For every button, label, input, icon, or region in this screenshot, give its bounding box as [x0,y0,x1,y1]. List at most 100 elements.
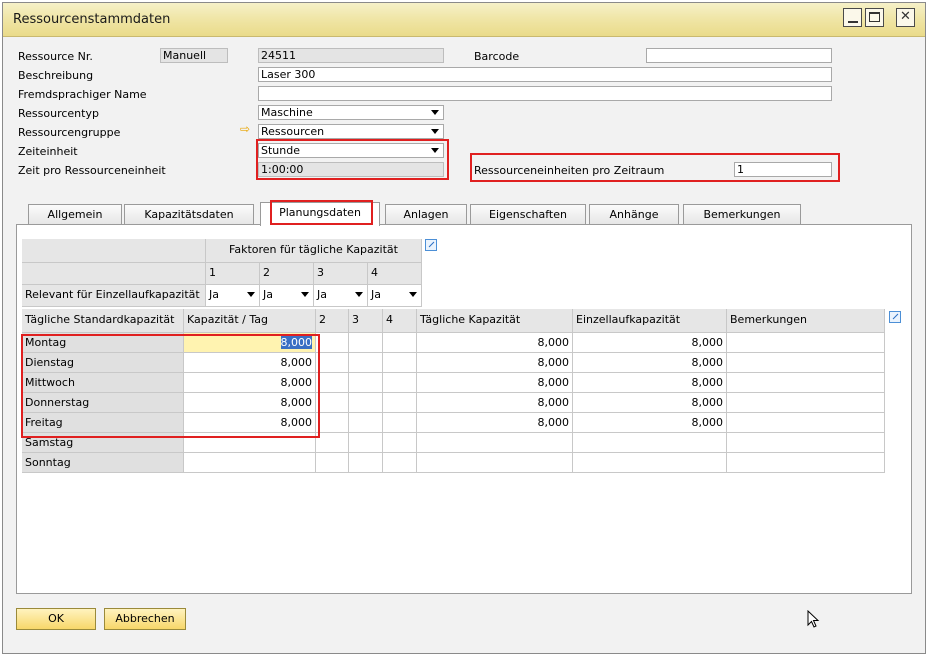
factors-header-blank [22,263,206,285]
mouse-cursor-icon [807,610,820,628]
maximize-button[interactable] [865,8,884,27]
ok-button[interactable]: OK [16,608,96,630]
relevant-select-2[interactable]: Ja [260,285,314,307]
ressourcengruppe-label: Ressourcengruppe [18,126,121,139]
bemerkungen-cell[interactable] [727,333,885,353]
col-4-cell[interactable] [383,353,417,373]
highlight-zeiteinheit [256,139,449,180]
zeit-pro-einheit-label: Zeit pro Ressourceneinheit [18,164,166,177]
relevant-select-1[interactable]: Ja [206,285,260,307]
col-3[interactable]: 3 [349,309,383,333]
ressource-nr-field[interactable]: 24511 [258,48,444,63]
tab-eigenschaften[interactable]: Eigenschaften [470,204,586,224]
taegliche-kapazitaet-cell[interactable]: 8,000 [417,413,573,433]
einzellaufkapazitaet-cell[interactable]: 8,000 [573,413,727,433]
relevant-label: Relevant für Einzellaufkapazität [22,285,206,307]
taegliche-kapazitaet-cell[interactable] [417,453,573,473]
col-4-cell[interactable] [383,433,417,453]
col-3-cell[interactable] [349,393,383,413]
taegliche-kapazitaet-cell[interactable]: 8,000 [417,373,573,393]
fremdsprachiger-name-field[interactable] [258,86,832,101]
col-einzellaufkapazitaet[interactable]: Einzellaufkapazität [573,309,727,333]
minimize-button[interactable] [843,8,862,27]
col-2-cell[interactable] [316,333,349,353]
beschreibung-label: Beschreibung [18,69,94,82]
relevant-select-3[interactable]: Ja [314,285,368,307]
taegliche-kapazitaet-cell[interactable] [417,433,573,453]
factor-col-3: 3 [314,263,368,285]
title-bar[interactable]: Ressourcenstammdaten ✕ [3,3,925,37]
factor-col-2: 2 [260,263,314,285]
series-field[interactable]: Manuell [160,48,228,63]
day-cell: Sonntag [22,453,184,473]
col-taegliche-kapazitaet[interactable]: Tägliche Kapazität [417,309,573,333]
col-2-cell[interactable] [316,433,349,453]
col-4-cell[interactable] [383,373,417,393]
col-4[interactable]: 4 [383,309,417,333]
col-2-cell[interactable] [316,353,349,373]
col-bemerkungen[interactable]: Bemerkungen [727,309,885,333]
col-4-cell[interactable] [383,413,417,433]
einzellaufkapazitaet-cell[interactable]: 8,000 [573,373,727,393]
col-2-cell[interactable] [316,413,349,433]
einzellaufkapazitaet-cell[interactable]: 8,000 [573,333,727,353]
ressource-nr-label: Ressource Nr. [18,50,93,63]
einzellaufkapazitaet-cell[interactable]: 8,000 [573,353,727,373]
col-2-cell[interactable] [316,453,349,473]
factors-title: Faktoren für tägliche Kapazität [206,239,422,263]
col-2[interactable]: 2 [316,309,349,333]
col-3-cell[interactable] [349,433,383,453]
col-3-cell[interactable] [349,453,383,473]
col-3-cell[interactable] [349,413,383,433]
ressourcengruppe-select[interactable]: Ressourcen [258,124,444,139]
col-2-cell[interactable] [316,393,349,413]
planungsdaten-panel: Faktoren für tägliche Kapazität 1 2 3 4 … [16,224,912,594]
taegliche-kapazitaet-cell[interactable]: 8,000 [417,333,573,353]
barcode-field[interactable] [646,48,832,63]
einzellaufkapazitaet-cell[interactable] [573,453,727,473]
col-4-cell[interactable] [383,333,417,353]
einzellaufkapazitaet-cell[interactable]: 8,000 [573,393,727,413]
taegliche-kapazitaet-cell[interactable]: 8,000 [417,353,573,373]
col-taegliche-standardkapazitaet[interactable]: Tägliche Standardkapazität [22,309,184,333]
beschreibung-field[interactable]: Laser 300 [258,67,832,82]
close-button[interactable]: ✕ [896,8,915,27]
bemerkungen-cell[interactable] [727,393,885,413]
expand-table-icon[interactable] [889,311,901,323]
link-arrow-icon[interactable]: ⇨ [240,122,250,136]
tab-allgemein[interactable]: Allgemein [28,204,122,224]
zeiteinheit-label: Zeiteinheit [18,145,78,158]
col-3-cell[interactable] [349,333,383,353]
bemerkungen-cell[interactable] [727,453,885,473]
col-4-cell[interactable] [383,393,417,413]
tab-bemerkungen[interactable]: Bemerkungen [683,204,801,224]
close-icon: ✕ [900,9,911,24]
col-2-cell[interactable] [316,373,349,393]
bemerkungen-cell[interactable] [727,413,885,433]
highlight-einheiten-pro-zeitraum [470,153,840,182]
col-kapazitaet-tag[interactable]: Kapazität / Tag [184,309,316,333]
ressourcentyp-select[interactable]: Maschine [258,105,444,120]
relevant-select-4[interactable]: Ja [368,285,422,307]
bemerkungen-cell[interactable] [727,373,885,393]
taegliche-kapazitaet-cell[interactable]: 8,000 [417,393,573,413]
bemerkungen-cell[interactable] [727,433,885,453]
kapazitaet-tag-cell[interactable] [184,453,316,473]
expand-factors-icon[interactable] [425,239,437,251]
factors-corner [22,239,206,263]
tab-anhaenge[interactable]: Anhänge [589,204,679,224]
cancel-button[interactable]: Abbrechen [104,608,186,630]
factor-col-1: 1 [206,263,260,285]
tab-anlagen[interactable]: Anlagen [385,204,467,224]
window-title: Ressourcenstammdaten [13,12,171,27]
tab-kapazitaetsdaten[interactable]: Kapazitätsdaten [124,204,254,224]
minimize-icon [848,21,858,23]
col-4-cell[interactable] [383,453,417,473]
maximize-icon [869,12,880,22]
fremdsprachiger-name-label: Fremdsprachiger Name [18,88,147,101]
einzellaufkapazitaet-cell[interactable] [573,433,727,453]
col-3-cell[interactable] [349,373,383,393]
bemerkungen-cell[interactable] [727,353,885,373]
highlight-planungsdaten-tab [270,200,373,225]
col-3-cell[interactable] [349,353,383,373]
